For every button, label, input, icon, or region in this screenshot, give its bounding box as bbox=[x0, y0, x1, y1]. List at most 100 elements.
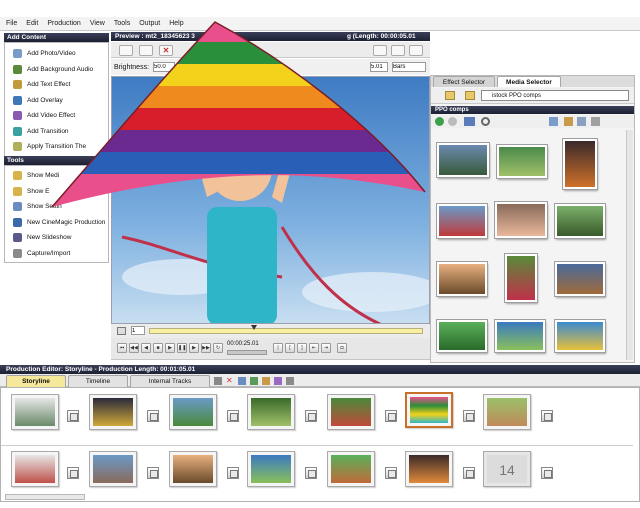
step-forward-icon[interactable]: ▶ bbox=[189, 343, 199, 353]
media-icon bbox=[13, 171, 22, 181]
transition-slot[interactable] bbox=[463, 410, 475, 422]
media-thumbnail[interactable] bbox=[437, 262, 487, 296]
snapshot-icon[interactable]: ◘ bbox=[337, 343, 347, 353]
storyboard-clip[interactable] bbox=[169, 394, 217, 430]
capture-icon bbox=[13, 248, 22, 258]
storyboard-clip[interactable] bbox=[247, 394, 295, 430]
play-icon[interactable]: ▶ bbox=[165, 343, 175, 353]
details-icon[interactable] bbox=[591, 117, 600, 126]
clip-number: 14 bbox=[487, 455, 527, 483]
grid-icon[interactable] bbox=[577, 117, 586, 126]
step-back-icon[interactable]: ◀ bbox=[141, 343, 151, 353]
transition-slot[interactable] bbox=[67, 410, 79, 422]
storyboard-clip[interactable] bbox=[89, 451, 137, 487]
go-start-icon[interactable]: ⇤ bbox=[309, 343, 319, 353]
playhead-marker[interactable] bbox=[251, 325, 257, 330]
trim-icon[interactable] bbox=[250, 377, 258, 385]
transition-slot[interactable] bbox=[227, 467, 239, 479]
fast-forward-icon[interactable]: ▶▶ bbox=[201, 343, 211, 353]
menu-file[interactable]: File bbox=[6, 20, 17, 27]
storyboard-clip[interactable] bbox=[327, 394, 375, 430]
slideshow-icon bbox=[13, 233, 22, 243]
mark-out-icon[interactable]: ] bbox=[297, 343, 307, 353]
overlay-icon bbox=[13, 95, 22, 105]
folder-select[interactable]: istock PPO comps bbox=[481, 90, 629, 101]
rewind-icon[interactable]: ◀◀ bbox=[129, 343, 139, 353]
transition-slot[interactable] bbox=[541, 410, 553, 422]
media-thumbnail[interactable] bbox=[497, 145, 547, 178]
media-thumbnail[interactable] bbox=[505, 254, 537, 302]
media-thumbnail[interactable] bbox=[437, 204, 487, 238]
monitor-icon[interactable] bbox=[464, 117, 475, 126]
row-divider bbox=[1, 445, 633, 446]
tab-bar: Effect Selector Media Selector bbox=[431, 76, 634, 87]
media-thumbnail[interactable] bbox=[437, 320, 487, 352]
volume-slider[interactable] bbox=[227, 350, 267, 355]
transition-slot[interactable] bbox=[385, 410, 397, 422]
tab-media-selector[interactable]: Media Selector bbox=[497, 76, 561, 87]
mark-in-icon[interactable]: [ bbox=[285, 343, 295, 353]
media-thumbnail[interactable] bbox=[555, 262, 605, 296]
tab-effect-selector[interactable]: Effect Selector bbox=[433, 76, 495, 87]
transition-slot[interactable] bbox=[147, 467, 159, 479]
media-thumbnail[interactable] bbox=[555, 204, 605, 238]
storyboard-clip[interactable] bbox=[169, 451, 217, 487]
transition-slot[interactable] bbox=[541, 467, 553, 479]
storyboard-clip[interactable] bbox=[405, 451, 453, 487]
storyboard-clip[interactable] bbox=[247, 451, 295, 487]
storyboard-clip[interactable] bbox=[11, 451, 59, 487]
media-panel: Effect Selector Media Selector istock PP… bbox=[430, 75, 635, 363]
tab-storyline[interactable]: Storyline bbox=[6, 375, 66, 387]
transition-slot[interactable] bbox=[463, 467, 475, 479]
mark-icon[interactable]: | bbox=[273, 343, 283, 353]
storyboard-clip-selected[interactable] bbox=[405, 392, 453, 428]
media-thumbnail[interactable] bbox=[555, 320, 605, 352]
folder-icon[interactable] bbox=[445, 91, 455, 100]
stop-icon[interactable]: ■ bbox=[153, 343, 163, 353]
menu-edit[interactable]: Edit bbox=[26, 20, 38, 27]
tab-internal-tracks[interactable]: Internal Tracks bbox=[130, 375, 210, 387]
theme-icon bbox=[13, 142, 22, 152]
transition-slot[interactable] bbox=[147, 410, 159, 422]
empty-clip-slot[interactable]: 14 bbox=[483, 451, 531, 487]
sort-icon[interactable] bbox=[564, 117, 573, 126]
storyboard-clip[interactable] bbox=[11, 394, 59, 430]
first-frame-icon[interactable]: ⏮ bbox=[117, 343, 127, 353]
forward-icon[interactable] bbox=[448, 117, 457, 126]
storyboard-clip[interactable] bbox=[327, 451, 375, 487]
storyboard-clip[interactable] bbox=[483, 394, 531, 430]
timecode: 00:00:25.01 bbox=[227, 341, 259, 347]
transition-slot[interactable] bbox=[67, 467, 79, 479]
loop-icon[interactable] bbox=[117, 327, 126, 335]
transport-controls: ⏮ ◀◀ ◀ ■ ▶ ❚❚ ▶ ▶▶ ↻ 00:00:25.01 | [ ] ⇤… bbox=[111, 338, 430, 360]
delete-clip-icon[interactable]: ✕ bbox=[226, 376, 234, 385]
transition-slot[interactable] bbox=[305, 410, 317, 422]
settings-tool-icon[interactable] bbox=[286, 377, 294, 385]
view-icon[interactable] bbox=[549, 117, 558, 126]
transition-slot[interactable] bbox=[385, 467, 397, 479]
new-slideshow-item[interactable]: New Slideshow bbox=[5, 230, 108, 246]
back-icon[interactable] bbox=[435, 117, 444, 126]
media-thumbnail[interactable] bbox=[437, 143, 489, 177]
tab-timeline[interactable]: Timeline bbox=[68, 375, 128, 387]
folder-up-icon[interactable] bbox=[465, 91, 475, 100]
search-icon[interactable] bbox=[481, 117, 490, 126]
horizontal-scrollbar[interactable] bbox=[5, 494, 85, 500]
audio-icon[interactable] bbox=[262, 377, 270, 385]
frame-input[interactable] bbox=[131, 326, 145, 335]
effects-tool-icon[interactable] bbox=[274, 377, 282, 385]
media-thumbnail[interactable] bbox=[563, 139, 597, 189]
media-thumbnail[interactable] bbox=[495, 320, 545, 352]
media-scrollbar[interactable] bbox=[626, 130, 633, 360]
media-thumbnail[interactable] bbox=[495, 202, 547, 238]
transition-slot[interactable] bbox=[305, 467, 317, 479]
split-icon[interactable] bbox=[238, 377, 246, 385]
go-end-icon[interactable]: ⇥ bbox=[321, 343, 331, 353]
pause-icon[interactable]: ❚❚ bbox=[177, 343, 187, 353]
timeline-slider[interactable] bbox=[149, 328, 423, 334]
edit-icon[interactable] bbox=[214, 377, 222, 385]
capture-import-item[interactable]: Capture/Import bbox=[5, 246, 108, 262]
transition-slot[interactable] bbox=[227, 410, 239, 422]
storyboard-clip[interactable] bbox=[89, 394, 137, 430]
loop-play-icon[interactable]: ↻ bbox=[213, 343, 223, 353]
